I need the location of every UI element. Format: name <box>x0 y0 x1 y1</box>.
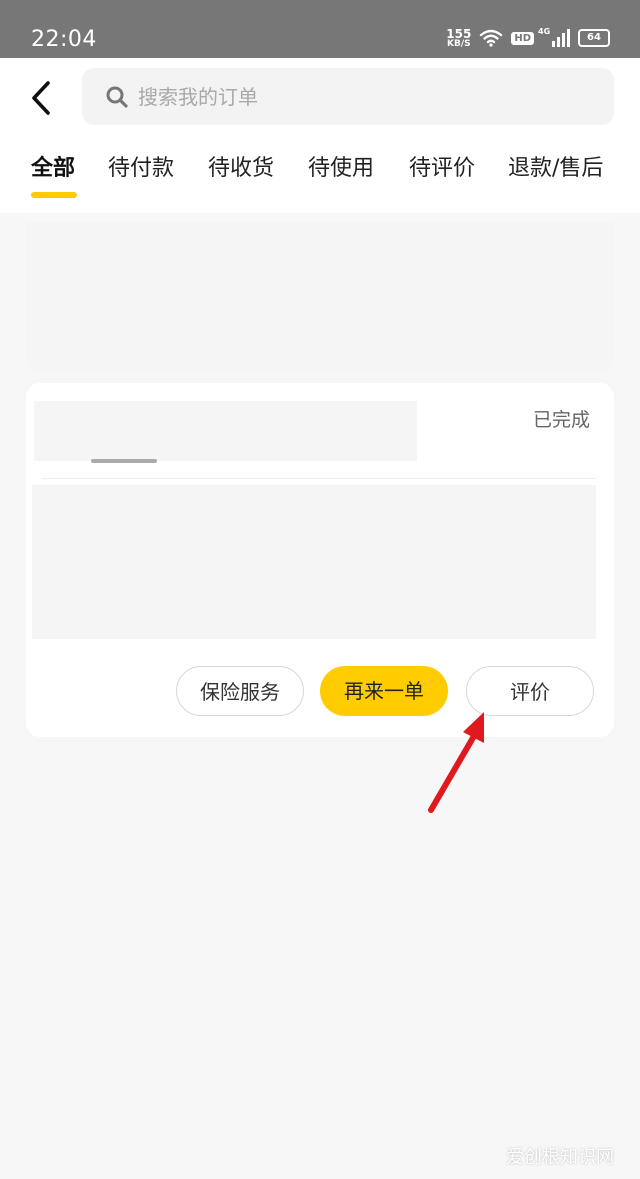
status-time: 22:04 <box>31 27 97 52</box>
wifi-icon <box>480 29 503 47</box>
order-items-redacted <box>32 485 596 639</box>
insurance-service-button[interactable]: 保险服务 <box>176 666 304 716</box>
tab-pending-receipt[interactable]: 待收货 <box>208 150 274 182</box>
order-tabs: 全部 待付款 待收货 待使用 待评价 退款/售后 <box>0 150 640 200</box>
watermark: 爱创根知识网 <box>506 1147 614 1168</box>
net-speed: 155 KB/S <box>446 28 471 49</box>
order-card[interactable]: 已完成 保险服务 再来一单 评价 <box>26 383 614 737</box>
order-status: 已完成 <box>532 409 590 431</box>
orders-header: 全部 待付款 待收货 待使用 待评价 退款/售后 <box>0 58 640 213</box>
search-icon <box>106 86 128 108</box>
tab-all[interactable]: 全部 <box>31 150 75 182</box>
reorder-button[interactable]: 再来一单 <box>320 666 448 716</box>
tab-refund-aftersale[interactable]: 退款/售后 <box>508 150 603 182</box>
battery-icon: 64 <box>578 29 610 47</box>
review-button[interactable]: 评价 <box>466 666 594 716</box>
tab-pending-payment[interactable]: 待付款 <box>108 150 174 182</box>
signal-icon: 4G <box>538 27 570 47</box>
net-speed-unit: KB/S <box>446 38 471 49</box>
tab-pending-use[interactable]: 待使用 <box>308 150 374 182</box>
signal-type: 4G <box>538 27 551 36</box>
battery-level: 64 <box>587 32 601 43</box>
back-button[interactable] <box>26 78 62 118</box>
divider <box>42 478 596 479</box>
store-info-redacted <box>34 401 417 463</box>
chevron-left-icon <box>32 81 50 115</box>
order-card-previous[interactable] <box>26 222 614 372</box>
redacted-bar <box>91 459 157 463</box>
tab-pending-review[interactable]: 待评价 <box>409 150 475 182</box>
active-tab-indicator <box>31 192 77 198</box>
status-bar: 22:04 155 KB/S HD 4G 64 <box>0 0 640 58</box>
search-input[interactable] <box>138 68 578 125</box>
status-icons: 155 KB/S HD 4G 64 <box>446 27 610 49</box>
hd-icon: HD <box>511 31 534 45</box>
search-bar[interactable] <box>82 68 614 125</box>
